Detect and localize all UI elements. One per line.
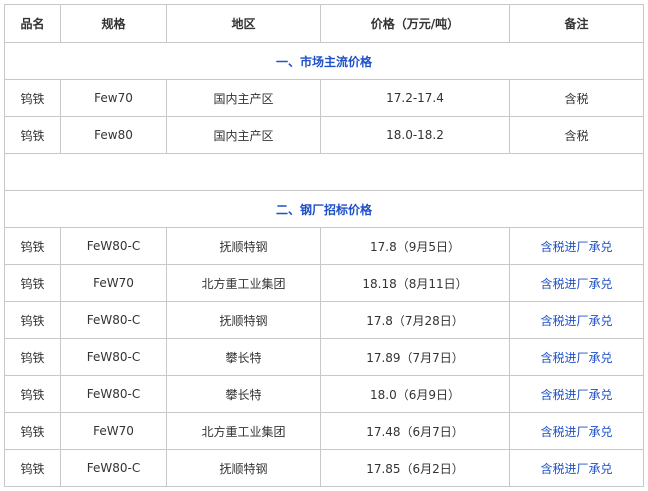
cell-product: 钨铁: [4, 375, 61, 413]
table-row: 钨铁 FeW70 北方重工业集团 18.18（8月11日） 含税进厂承兑: [4, 264, 644, 302]
cell-product: 钨铁: [4, 338, 61, 376]
cell-spec: FeW80-C: [60, 375, 167, 413]
header-spec: 规格: [60, 4, 167, 43]
cell-spec: FeW70: [60, 264, 167, 302]
section-tender-price: 二、钢厂招标价格: [4, 190, 644, 228]
cell-remark: 含税: [509, 116, 644, 154]
cell-region: 抚顺特钢: [166, 301, 321, 339]
section-market-price: 一、市场主流价格: [4, 42, 644, 80]
cell-product: 钨铁: [4, 227, 61, 265]
cell-spec: FeW70: [60, 412, 167, 450]
table-row: 钨铁 FeW80-C 攀长特 17.89（7月7日） 含税进厂承兑: [4, 338, 644, 376]
cell-price: 17.48（6月7日）: [320, 412, 510, 450]
cell-remark: 含税进厂承兑: [509, 301, 644, 339]
spacer-row: [4, 153, 644, 191]
cell-region: 攀长特: [166, 375, 321, 413]
cell-spec: FeW80-C: [60, 301, 167, 339]
section-title: 二、钢厂招标价格: [4, 190, 644, 228]
table-row: 钨铁 Few70 国内主产区 17.2-17.4 含税: [4, 79, 644, 117]
header-row: 品名 规格 地区 价格（万元/吨） 备注: [4, 4, 644, 43]
cell-region: 北方重工业集团: [166, 412, 321, 450]
table-row: 钨铁 FeW80-C 抚顺特钢 17.85（6月2日） 含税进厂承兑: [4, 449, 644, 487]
cell-spec: FeW80-C: [60, 449, 167, 487]
table-row: 钨铁 FeW80-C 抚顺特钢 17.8（9月5日） 含税进厂承兑: [4, 227, 644, 265]
cell-product: 钨铁: [4, 79, 61, 117]
spacer-cell: [4, 153, 644, 191]
cell-remark: 含税: [509, 79, 644, 117]
table-row: 钨铁 Few80 国内主产区 18.0-18.2 含税: [4, 116, 644, 154]
cell-price: 18.0-18.2: [320, 116, 510, 154]
table-row: 钨铁 FeW80-C 抚顺特钢 17.8（7月28日） 含税进厂承兑: [4, 301, 644, 339]
cell-region: 抚顺特钢: [166, 449, 321, 487]
cell-price: 17.85（6月2日）: [320, 449, 510, 487]
cell-product: 钨铁: [4, 412, 61, 450]
cell-product: 钨铁: [4, 449, 61, 487]
header-region: 地区: [166, 4, 321, 43]
cell-region: 国内主产区: [166, 116, 321, 154]
cell-region: 攀长特: [166, 338, 321, 376]
cell-remark: 含税进厂承兑: [509, 227, 644, 265]
price-table: 品名 规格 地区 价格（万元/吨） 备注 一、市场主流价格 钨铁 Few70 国…: [4, 4, 644, 487]
cell-price: 17.8（7月28日）: [320, 301, 510, 339]
table-row: 钨铁 FeW80-C 攀长特 18.0（6月9日） 含税进厂承兑: [4, 375, 644, 413]
cell-remark: 含税进厂承兑: [509, 412, 644, 450]
cell-remark: 含税进厂承兑: [509, 338, 644, 376]
header-product: 品名: [4, 4, 61, 43]
cell-price: 18.18（8月11日）: [320, 264, 510, 302]
cell-product: 钨铁: [4, 264, 61, 302]
cell-price: 17.2-17.4: [320, 79, 510, 117]
cell-price: 18.0（6月9日）: [320, 375, 510, 413]
cell-product: 钨铁: [4, 116, 61, 154]
cell-region: 抚顺特钢: [166, 227, 321, 265]
header-price: 价格（万元/吨）: [320, 4, 510, 43]
cell-spec: FeW80-C: [60, 227, 167, 265]
cell-remark: 含税进厂承兑: [509, 449, 644, 487]
header-remark: 备注: [509, 4, 644, 43]
cell-price: 17.89（7月7日）: [320, 338, 510, 376]
section-title: 一、市场主流价格: [4, 42, 644, 80]
cell-remark: 含税进厂承兑: [509, 264, 644, 302]
cell-region: 国内主产区: [166, 79, 321, 117]
cell-spec: FeW80-C: [60, 338, 167, 376]
cell-price: 17.8（9月5日）: [320, 227, 510, 265]
cell-region: 北方重工业集团: [166, 264, 321, 302]
table-row: 钨铁 FeW70 北方重工业集团 17.48（6月7日） 含税进厂承兑: [4, 412, 644, 450]
cell-spec: Few70: [60, 79, 167, 117]
cell-product: 钨铁: [4, 301, 61, 339]
cell-remark: 含税进厂承兑: [509, 375, 644, 413]
cell-spec: Few80: [60, 116, 167, 154]
